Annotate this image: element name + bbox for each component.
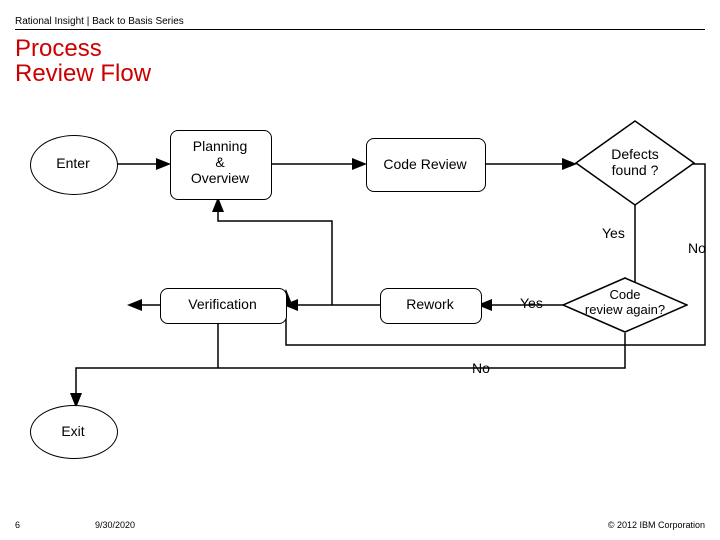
node-defects-label: Defects found ?: [575, 146, 695, 178]
node-verification-label: Verification: [160, 296, 285, 312]
flow-arrows: [0, 0, 720, 540]
footer-page-number: 6: [15, 520, 20, 530]
node-code-review-label: Code Review: [366, 156, 484, 172]
footer-copyright: © 2012 IBM Corporation: [608, 520, 705, 530]
label-no-2: No: [472, 360, 490, 376]
node-enter-label: Enter: [30, 155, 116, 171]
node-planning-label: Planning & Overview: [170, 138, 270, 186]
label-yes-2: Yes: [520, 295, 543, 311]
label-no-1: No: [688, 240, 706, 256]
label-yes-1: Yes: [602, 225, 625, 241]
footer-date: 9/30/2020: [95, 520, 135, 530]
node-exit-label: Exit: [30, 423, 116, 439]
node-rework-label: Rework: [380, 296, 480, 312]
node-review-again-label: Code review again?: [562, 288, 688, 318]
